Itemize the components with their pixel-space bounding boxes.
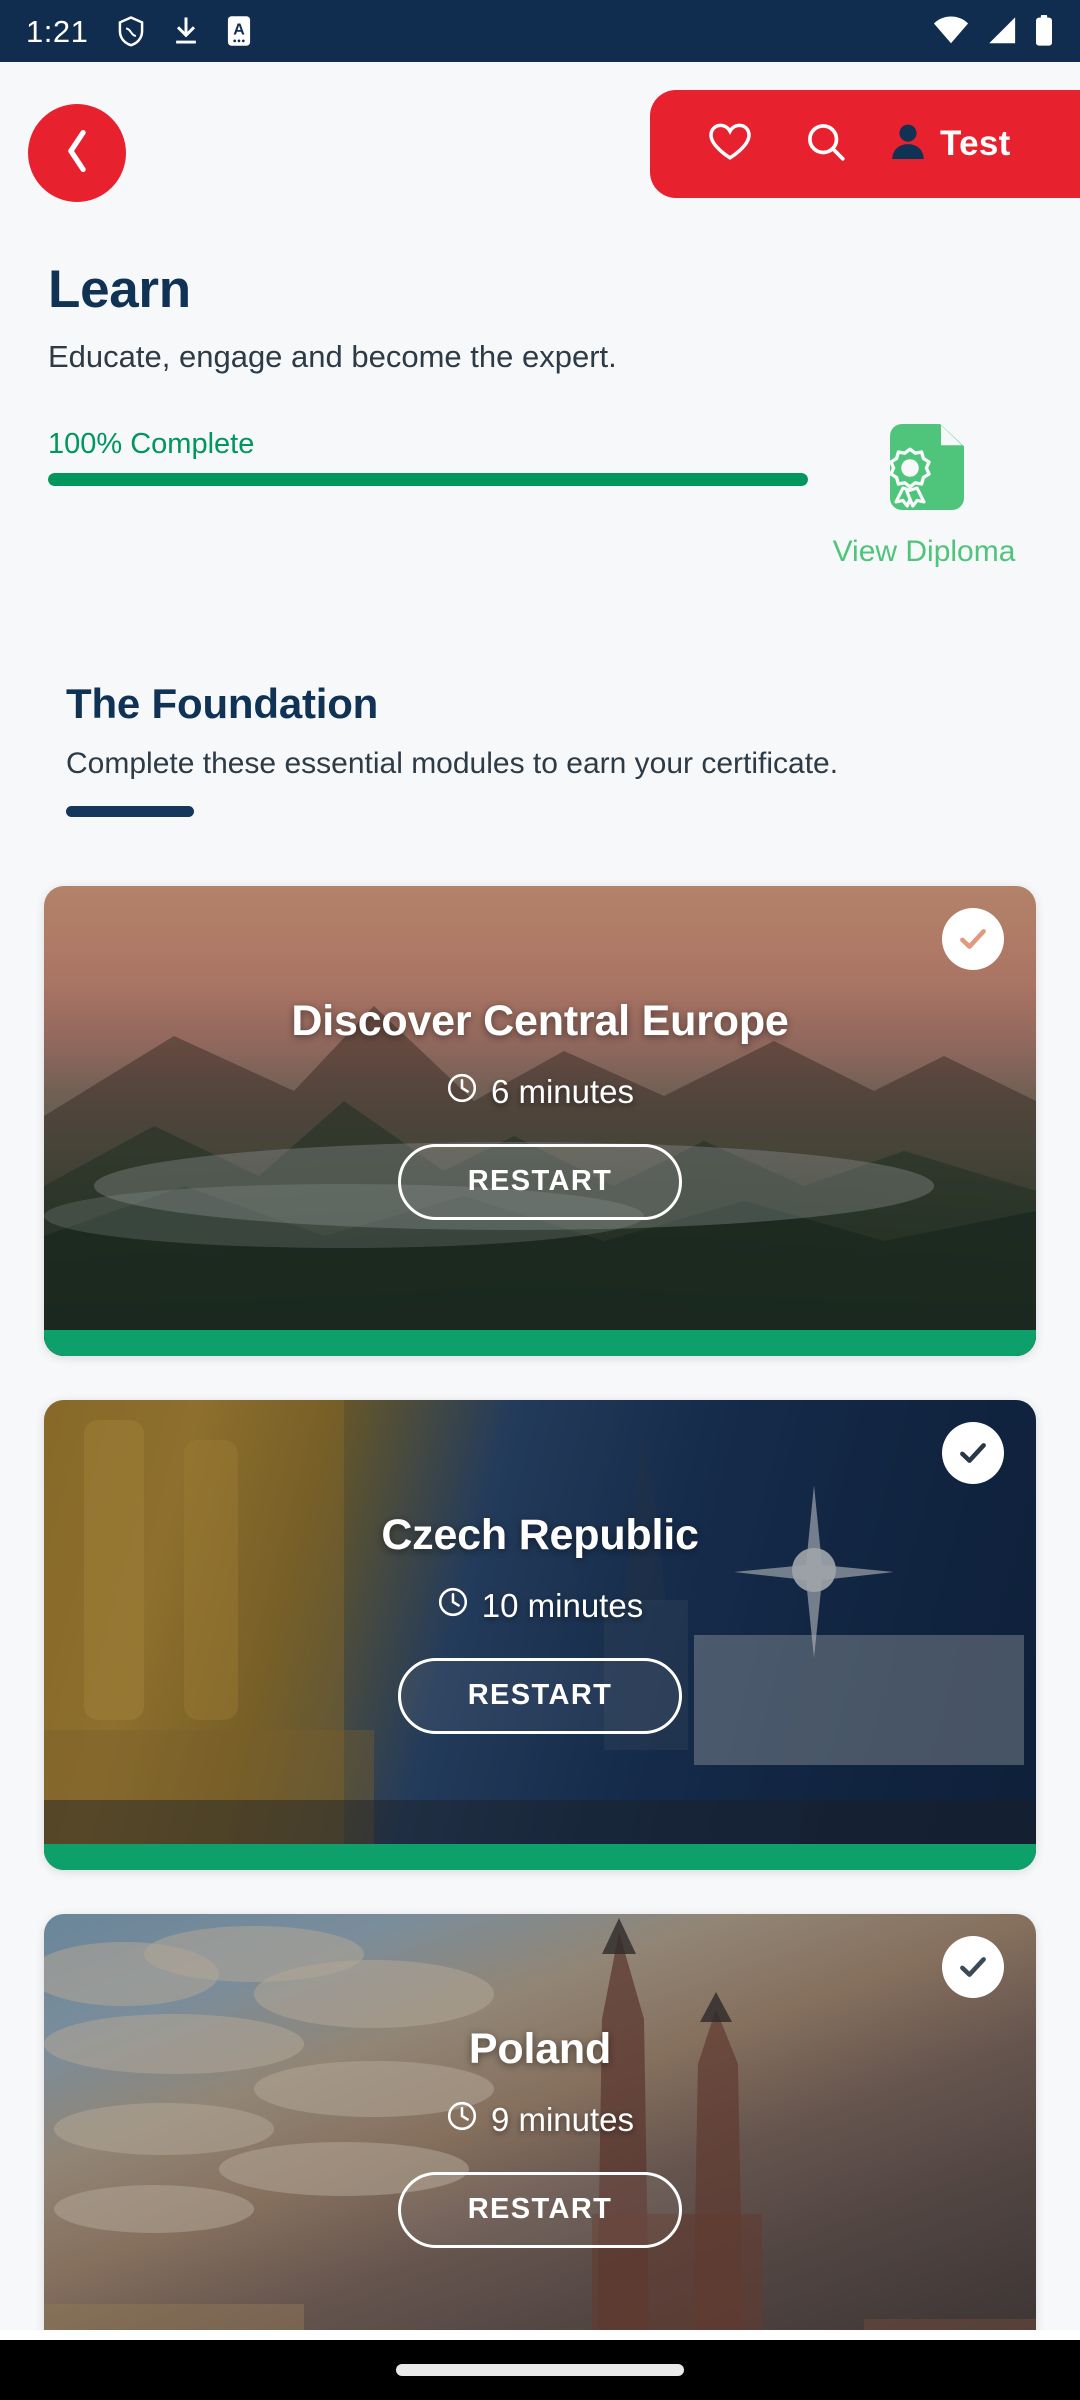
module-progress-fill	[44, 1330, 1036, 1356]
check-icon	[960, 929, 986, 949]
module-title: Poland	[468, 2024, 612, 2073]
status-right-icons	[933, 15, 1054, 47]
module-progress-fill	[44, 1844, 1036, 1870]
shield-icon	[116, 15, 146, 47]
download-icon	[172, 15, 200, 47]
progress-section: 100% Complete View Diploma	[48, 424, 1032, 590]
section-subtitle: Complete these essential modules to earn…	[66, 747, 839, 780]
clock-icon	[446, 1072, 478, 1112]
person-icon	[890, 122, 926, 167]
back-button[interactable]	[28, 104, 126, 202]
module-card[interactable]: Discover Central Europe 6 minutes RESTAR…	[44, 886, 1036, 1356]
view-diploma-button[interactable]: View Diploma	[816, 420, 1032, 567]
module-completed-badge	[942, 1422, 1004, 1484]
module-action-button[interactable]: RESTART	[398, 1657, 682, 1734]
wifi-icon	[933, 16, 969, 46]
system-nav-bar	[0, 2340, 1080, 2400]
status-left-icons: A	[116, 15, 252, 47]
profile-name: Test	[940, 124, 1011, 163]
section-header: The Foundation Complete these essential …	[66, 680, 1026, 817]
module-action-button[interactable]: RESTART	[398, 2171, 682, 2248]
module-card-body: Discover Central Europe 6 minutes RESTAR…	[44, 886, 1036, 1330]
app-bar: Test	[0, 62, 1080, 210]
module-duration-label: 6 minutes	[490, 1072, 635, 1110]
certificate-document-icon	[880, 420, 968, 523]
module-progress-bar	[44, 1844, 1036, 1870]
module-duration: 10 minutes	[437, 1586, 643, 1626]
text-box-icon: A	[226, 15, 252, 47]
search-icon	[805, 121, 847, 168]
check-icon	[960, 1957, 986, 1977]
favorites-button[interactable]	[682, 90, 778, 198]
heart-icon	[708, 122, 752, 167]
module-card[interactable]: Poland 9 minutes RESTART	[44, 1914, 1036, 2384]
module-progress-bar	[44, 1330, 1036, 1356]
svg-text:A: A	[234, 22, 246, 39]
section-title: The Foundation	[66, 680, 379, 727]
chevron-left-icon	[62, 128, 92, 179]
progress-bar-fill	[48, 473, 808, 486]
module-card-body: Czech Republic 10 minutes RESTART	[44, 1400, 1036, 1844]
section-indicator	[66, 806, 194, 817]
module-duration-label: 9 minutes	[490, 2100, 635, 2138]
module-card-list: Discover Central Europe 6 minutes RESTAR…	[44, 886, 1036, 2400]
module-card[interactable]: Czech Republic 10 minutes RESTART	[44, 1400, 1036, 1870]
battery-icon	[1034, 15, 1054, 47]
module-duration: 9 minutes	[446, 2100, 634, 2140]
page-title: Learn	[48, 260, 191, 319]
page-header: Learn Educate, engage and become the exp…	[48, 262, 1032, 375]
module-card-body: Poland 9 minutes RESTART	[44, 1914, 1036, 2358]
check-icon	[960, 1443, 986, 1463]
progress-bar	[48, 473, 808, 486]
status-bar: 1:21 A	[0, 0, 1080, 62]
clock-icon	[437, 1586, 469, 1626]
module-completed-badge	[942, 1936, 1004, 1998]
module-action-button[interactable]: RESTART	[398, 1143, 682, 1220]
module-title: Discover Central Europe	[291, 996, 789, 1045]
module-title: Czech Republic	[381, 1510, 699, 1559]
view-diploma-label: View Diploma	[832, 535, 1016, 568]
clock-icon	[446, 2100, 478, 2140]
page-subtitle: Educate, engage and become the expert.	[48, 338, 617, 374]
home-indicator[interactable]	[396, 2364, 684, 2376]
app-screen: 1:21 A Test Learn Educate, engage and be…	[0, 0, 1080, 2400]
signal-icon	[985, 16, 1018, 46]
module-duration-label: 10 minutes	[481, 1586, 644, 1624]
app-bar-actions: Test	[650, 90, 1080, 198]
module-completed-badge	[942, 908, 1004, 970]
module-duration: 6 minutes	[446, 1072, 634, 1112]
profile-button[interactable]: Test	[874, 90, 1011, 198]
status-clock: 1:21	[26, 13, 89, 49]
search-button[interactable]	[778, 90, 874, 198]
